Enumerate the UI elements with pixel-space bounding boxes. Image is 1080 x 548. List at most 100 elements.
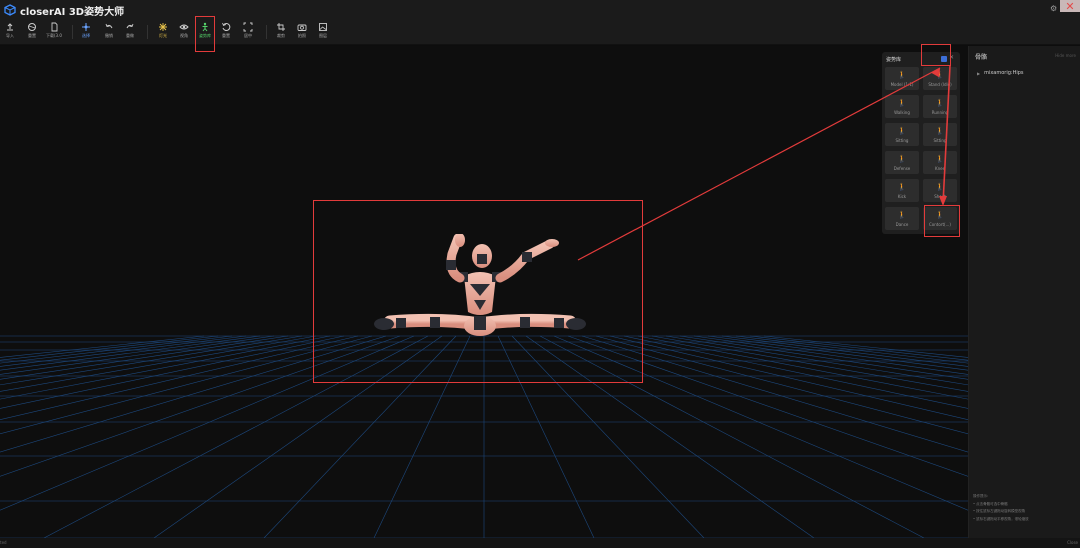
person-icon: 🚶 [935,183,945,191]
panel-close-icon[interactable]: ✕ [949,54,954,61]
pose-label: Shoot [934,194,946,199]
undo-label: 撤销 [105,33,113,38]
undo-icon [105,23,113,29]
toolbar-divider [147,25,148,39]
pose-label: Contort(...) [929,222,951,227]
center-button[interactable]: 居中 [243,22,253,44]
settings-icon[interactable]: ⚙ [1050,4,1058,14]
camera-icon [297,24,307,31]
tip-item: • 按住鼠标左键拖动旋转模型视角 [973,509,1026,513]
import-label: 导入 [6,33,14,38]
pose-label: Sitting [895,138,909,143]
pose-library-label: 姿势库 [199,33,211,38]
undo-button[interactable]: 撤销 [104,22,114,44]
person-icon: 🚶 [935,155,945,163]
pose-item[interactable]: 🚶 Stand (Idle) [923,67,957,90]
rotate-icon [222,22,231,32]
pose-item[interactable]: 🚶 Running [923,95,957,118]
person-icon [202,22,208,32]
export-label: 下载(3.0 [46,33,62,38]
rotate-reset-label: 重置 [222,33,230,38]
person-icon: 🚶 [897,211,907,219]
import-button[interactable]: 导入 [5,22,15,44]
grid-line [0,335,373,435]
person-icon: 🚶 [935,99,945,107]
person-icon: 🚶 [935,71,945,79]
pose-item[interactable]: 🚶 Sitting [923,123,957,146]
crop-label: 裁剪 [277,33,285,38]
pose-library-button[interactable]: 姿势库 [199,22,211,44]
pose-label: Stand (Idle) [928,82,952,87]
3d-viewport[interactable] [0,46,968,538]
redo-button[interactable]: 重做 [125,22,135,44]
toolbar-divider [72,25,73,39]
grid-line [263,335,457,538]
image-icon [319,23,327,31]
skeleton-panel: 骨骼 Hide more ▶ mixamorig:Hips 操作提示: • 点击… [968,46,1080,538]
grid-line [651,335,968,392]
upload-icon [7,23,13,31]
layer-label: 图层 [319,33,327,38]
bone-tree-item[interactable]: ▶ mixamorig:Hips [977,70,1024,76]
pose-item[interactable]: 🚶 Sitting [885,123,919,146]
pose-item[interactable]: 🚶 Knee [923,151,957,174]
redo-icon [126,23,134,29]
grid-line [721,335,968,367]
person-icon: 🚶 [897,71,907,79]
pose-label: Kick [897,194,907,199]
grid-line [497,335,595,538]
file-icon [51,22,58,32]
person-icon: 🚶 [935,127,945,135]
grid-line [693,335,968,375]
app-title: closerAI 3D姿势大师 [20,6,125,18]
reset-label: 重置 [28,33,36,38]
tips-title: 操作提示: [973,494,989,498]
grid-line [0,335,219,361]
pose-item[interactable]: 🚶 Shoot [923,179,957,202]
pose-item[interactable]: 🚶 Dance [885,207,919,230]
save-icon[interactable] [941,56,947,62]
person-icon: 🚶 [935,211,945,219]
pose-label: Dance [895,222,909,227]
grid-line [749,335,968,361]
chevron-right-icon[interactable]: ▶ [977,71,980,76]
crop-button[interactable]: 裁剪 [276,22,286,44]
status-left: ted [0,540,7,545]
grid-line [0,335,359,421]
view-button[interactable]: 视角 [179,22,189,44]
mannequin-model[interactable] [360,234,600,344]
grid-line [0,335,261,371]
status-right[interactable]: Close [1067,540,1078,545]
pose-item[interactable]: 🚶 Defense [885,151,919,174]
status-bar: ted Close [0,538,1080,548]
pose-label: Defense [893,166,911,171]
grid-line [595,335,968,435]
window-close-button[interactable]: ✕ [1060,0,1080,12]
export-button[interactable]: 下载(3.0 [46,22,62,44]
grid-line [539,335,925,538]
view-label: 视角 [180,33,188,38]
pose-item[interactable]: 🚶 Walking [885,95,919,118]
pose-item[interactable]: 🚶 Model (1:1) [885,67,919,90]
rotate-reset-button[interactable]: 重置 [221,22,231,44]
layer-button[interactable]: 图层 [318,22,328,44]
bone-name: mixamorig:Hips [984,70,1024,76]
camera-button[interactable]: 拍照 [297,22,307,44]
pose-item[interactable]: 🚶 Contort(...) [923,207,957,230]
person-icon: 🚶 [897,127,907,135]
eye-icon [179,24,189,30]
person-icon: 🚶 [897,99,907,107]
tip-item: • 鼠标右键拖动平移视角，滚轮缩放 [973,516,1029,521]
grid-line [0,335,275,375]
app-logo-icon [4,4,16,16]
hide-more-link[interactable]: Hide more [1055,53,1076,58]
select-button[interactable]: 选择 [81,22,91,44]
fit-icon [243,22,253,32]
grid-line [0,335,317,392]
reset-button[interactable]: 重置 [27,22,37,44]
pose-label: Running [931,110,949,115]
grid-line [525,335,815,538]
pose-item[interactable]: 🚶 Kick [885,179,919,202]
light-button[interactable]: 灯光 [158,22,168,44]
cube-icon [28,23,36,31]
